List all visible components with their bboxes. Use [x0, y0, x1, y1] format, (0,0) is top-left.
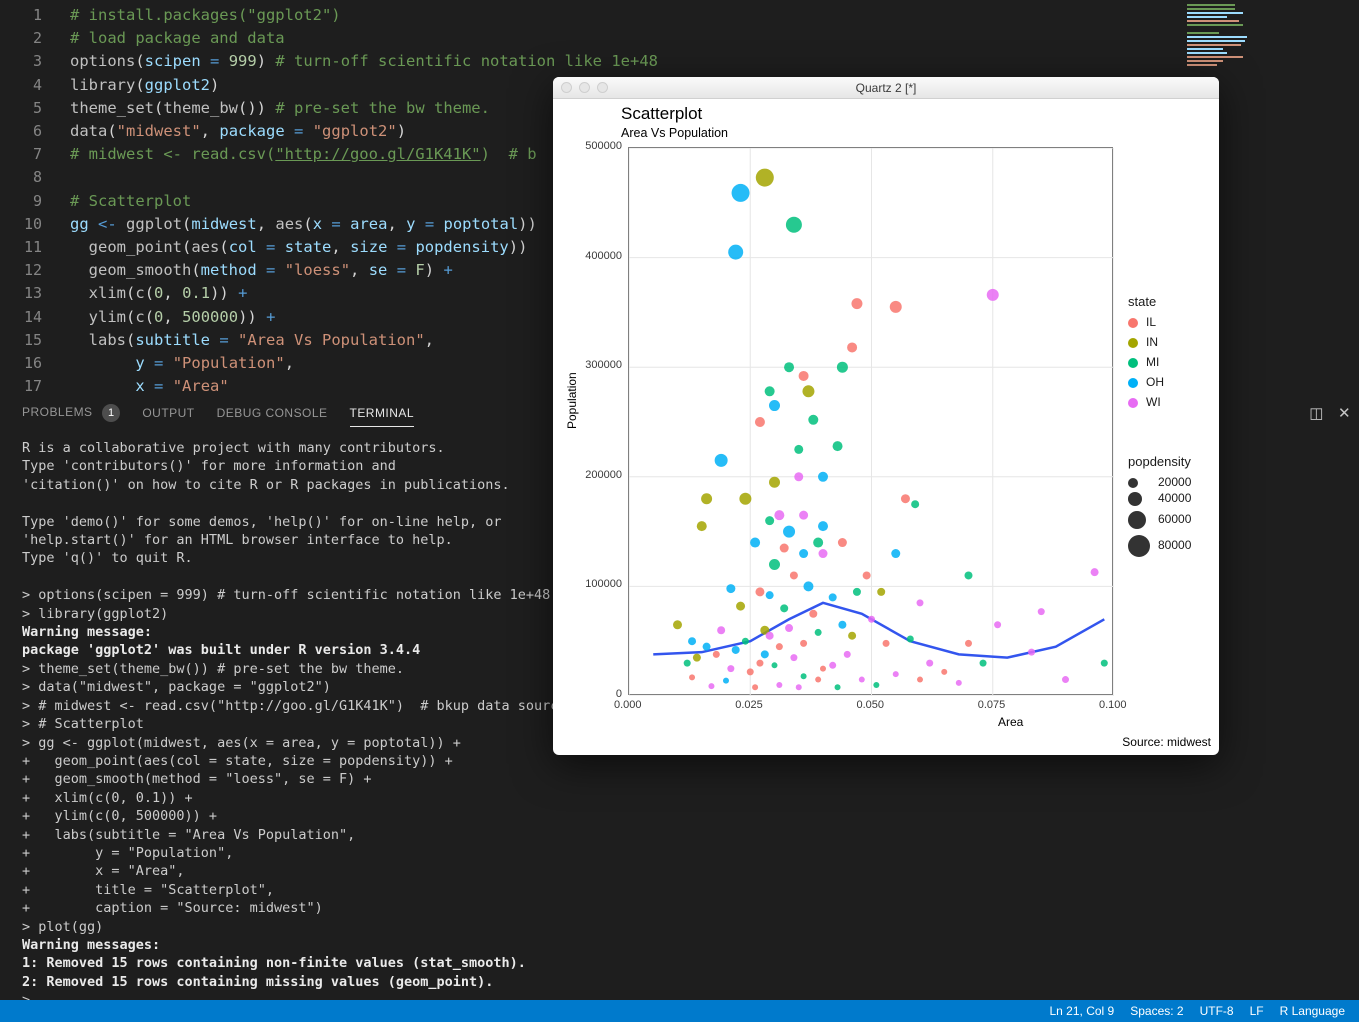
tab-debug-console[interactable]: DEBUG CONSOLE — [217, 400, 328, 426]
legend-size-item: 60000 — [1128, 511, 1191, 535]
legend-color: state IL IN MI OH WI — [1128, 294, 1164, 415]
legend-size-item: 80000 — [1128, 535, 1191, 563]
legend-color-item: WI — [1128, 395, 1164, 415]
plot-area: Scatterplot Area Vs Population Source: m… — [553, 99, 1219, 755]
plot-caption: Source: midwest — [1122, 735, 1211, 749]
legend-label: OH — [1146, 375, 1164, 389]
legend-size-item: 20000 — [1128, 475, 1191, 491]
y-tick: 200000 — [578, 469, 622, 481]
legend-color-item: OH — [1128, 375, 1164, 395]
legend-size-swatch-icon — [1128, 535, 1150, 557]
problems-badge: 1 — [102, 404, 120, 422]
status-bar: Ln 21, Col 9 Spaces: 2 UTF-8 LF R Langua… — [0, 1000, 1359, 1022]
legend-size-swatch-icon — [1128, 478, 1138, 488]
legend-color-item: MI — [1128, 355, 1164, 375]
legend-label: IN — [1146, 335, 1158, 349]
legend-swatch-icon — [1128, 318, 1138, 328]
legend-color-item: IN — [1128, 335, 1164, 355]
y-tick: 400000 — [578, 250, 622, 262]
legend-label: MI — [1146, 355, 1159, 369]
legend-size: popdensity 20000 40000 60000 80000 — [1128, 454, 1191, 563]
close-panel-icon[interactable]: ✕ — [1338, 404, 1351, 422]
legend-swatch-icon — [1128, 338, 1138, 348]
legend-label: 60000 — [1158, 512, 1191, 526]
plot-panel — [628, 147, 1113, 695]
axis-x-label: Area — [998, 715, 1023, 729]
tab-terminal[interactable]: TERMINAL — [350, 400, 415, 427]
quartz-title: Quartz 2 [*] — [856, 81, 917, 95]
legend-label: 40000 — [1158, 491, 1191, 505]
tab-problems-label: PROBLEMS — [22, 405, 93, 419]
plot-title: Scatterplot — [621, 104, 702, 124]
legend-label: 20000 — [1158, 475, 1191, 489]
traffic-minimize-icon[interactable] — [579, 82, 590, 93]
x-tick: 0.050 — [857, 699, 885, 711]
tab-output[interactable]: OUTPUT — [142, 400, 194, 426]
status-spaces[interactable]: Spaces: 2 — [1130, 1004, 1183, 1018]
x-tick: 0.000 — [614, 699, 642, 711]
x-tick: 0.075 — [978, 699, 1006, 711]
y-tick: 0 — [578, 688, 622, 700]
legend-swatch-icon — [1128, 398, 1138, 408]
legend-size-item: 40000 — [1128, 491, 1191, 511]
status-eol[interactable]: LF — [1250, 1004, 1264, 1018]
axis-y-label: Population — [565, 372, 579, 429]
legend-size-swatch-icon — [1128, 492, 1142, 506]
legend-label: IL — [1146, 315, 1156, 329]
quartz-plot-window[interactable]: Quartz 2 [*] Scatterplot Area Vs Populat… — [553, 77, 1219, 755]
legend-swatch-icon — [1128, 378, 1138, 388]
status-language[interactable]: R Language — [1280, 1004, 1345, 1018]
traffic-zoom-icon[interactable] — [597, 82, 608, 93]
legend-size-swatch-icon — [1128, 511, 1146, 529]
tab-problems[interactable]: PROBLEMS 1 — [22, 398, 120, 428]
x-tick: 0.100 — [1099, 699, 1127, 711]
y-tick: 300000 — [578, 359, 622, 371]
quartz-titlebar[interactable]: Quartz 2 [*] — [553, 77, 1219, 99]
x-tick: 0.025 — [735, 699, 763, 711]
y-tick: 100000 — [578, 578, 622, 590]
legend-color-item: IL — [1128, 315, 1164, 335]
traffic-close-icon[interactable] — [561, 82, 572, 93]
status-encoding[interactable]: UTF-8 — [1200, 1004, 1234, 1018]
status-lncol[interactable]: Ln 21, Col 9 — [1050, 1004, 1115, 1018]
legend-label: WI — [1146, 395, 1161, 409]
split-panel-icon[interactable]: ◫ — [1309, 404, 1324, 422]
legend-size-title: popdensity — [1128, 454, 1191, 469]
legend-swatch-icon — [1128, 358, 1138, 368]
plot-subtitle: Area Vs Population — [621, 126, 728, 140]
legend-label: 80000 — [1158, 538, 1191, 552]
legend-color-title: state — [1128, 294, 1164, 309]
y-tick: 500000 — [578, 140, 622, 152]
line-gutter: 1234567891011121314151617 — [0, 0, 56, 390]
